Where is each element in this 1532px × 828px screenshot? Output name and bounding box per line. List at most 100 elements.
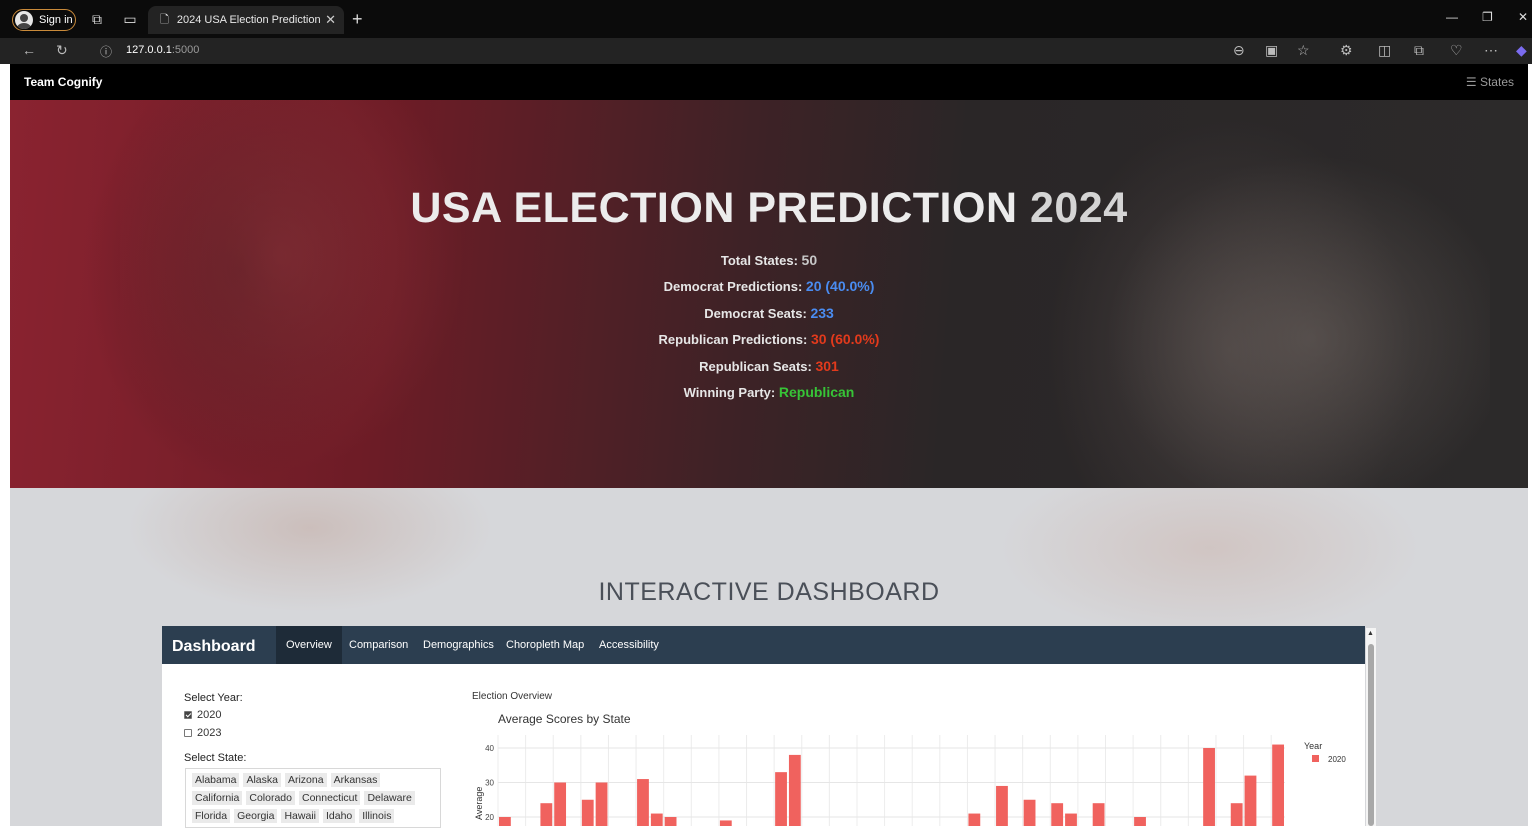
tab-demographics[interactable]: Demographics [413, 626, 504, 664]
stat-republican-predictions: Republican Predictions: 30 (60.0%) [10, 331, 1528, 347]
hero-background-left [120, 100, 480, 488]
state-option[interactable]: Idaho [322, 809, 356, 823]
browser-tab-strip: Sign in ⧉ ▭ 🗋 2024 USA Election Predicti… [0, 0, 1532, 38]
page-icon: 🗋 [160, 13, 169, 26]
bar [968, 813, 981, 826]
y-tick-label: 20 [485, 813, 494, 822]
bar [775, 772, 787, 826]
site-navbar: Team Cognify ☰ States [10, 64, 1528, 100]
bar [1230, 803, 1243, 826]
url-port: :5000 [171, 44, 200, 56]
split-screen-icon[interactable]: ◫ [1378, 42, 1391, 59]
tab-actions-icon[interactable]: ▭ [121, 10, 139, 28]
dashboard-brand: Dashboard [172, 638, 256, 655]
select-state-label: Select State: [184, 752, 247, 764]
bar [788, 754, 801, 826]
restore-icon[interactable]: ❐ [1482, 10, 1493, 24]
close-window-icon[interactable]: ✕ [1518, 10, 1528, 24]
state-option[interactable]: Connecticut [298, 791, 361, 805]
site-info-icon[interactable]: ⓘ [100, 43, 112, 60]
stat-value: Republican [778, 384, 855, 400]
state-option[interactable]: Arizona [284, 773, 327, 787]
state-option[interactable]: Georgia [234, 809, 278, 823]
sign-in-label: Sign in [39, 14, 73, 26]
stat-label: Democrat Seats: [704, 306, 807, 321]
minimize-icon[interactable]: — [1446, 10, 1458, 24]
bar [1065, 813, 1077, 826]
legend-title: Year [1304, 741, 1322, 751]
states-menu-label: States [1479, 75, 1514, 89]
tab-overview[interactable]: Overview [276, 626, 342, 664]
browser-tab-title: 2024 USA Election Prediction [176, 14, 321, 26]
stat-winning-party: Winning Party: Republican [10, 384, 1528, 400]
profile-avatar-icon [15, 11, 33, 29]
y-tick-label: 40 [485, 744, 494, 753]
extensions-icon[interactable]: ⚙ [1340, 42, 1353, 59]
tab-accessibility[interactable]: Accessibility [589, 626, 669, 664]
sign-in-button[interactable]: Sign in [12, 9, 76, 31]
bar [1244, 775, 1257, 826]
tab-comparison[interactable]: Comparison [339, 626, 418, 664]
new-tab-icon[interactable]: + [352, 9, 363, 30]
checkbox-empty-icon [184, 729, 192, 737]
bar [1203, 748, 1215, 826]
stat-democrat-predictions: Democrat Predictions: 20 (40.0%) [10, 278, 1528, 294]
state-option[interactable]: Delaware [364, 791, 415, 805]
copilot-icon[interactable]: ◆ [1516, 42, 1527, 59]
state-option[interactable]: Colorado [246, 791, 295, 805]
url-host: 127.0.0.1 [126, 44, 172, 56]
bar [554, 782, 567, 826]
year-checkbox-2023[interactable]: 2023 [184, 727, 221, 739]
stat-value: 233 [810, 305, 834, 321]
browser-tab[interactable]: 🗋 2024 USA Election Prediction ✕ [148, 6, 344, 34]
chart-title: Average Scores by State [498, 712, 631, 726]
state-option[interactable]: Alabama [192, 773, 240, 787]
url-field[interactable]: 127.0.0.1:5000 [126, 44, 199, 56]
stat-total-states: Total States: 50 [10, 252, 1528, 268]
back-icon[interactable]: ← [22, 42, 36, 58]
close-tab-icon[interactable]: ✕ [325, 12, 336, 28]
state-option[interactable]: Illinois [359, 809, 395, 823]
bar [1134, 817, 1146, 826]
year-option-label: 2023 [197, 727, 222, 739]
select-year-label: Select Year: [184, 692, 243, 704]
scrollbar-thumb[interactable] [1368, 644, 1374, 826]
states-menu[interactable]: ☰ States [1466, 75, 1514, 89]
bar [664, 817, 677, 826]
more-options-icon[interactable]: ⋯ [1484, 42, 1498, 59]
state-option[interactable]: Arkansas [330, 773, 381, 787]
legend-label: 2020 [1328, 755, 1346, 764]
stat-value: 301 [815, 358, 839, 374]
bar [540, 803, 553, 826]
legend-swatch [1312, 755, 1319, 762]
year-checkbox-2020[interactable]: 2020 [184, 709, 221, 721]
state-option[interactable]: California [192, 791, 243, 805]
collections-icon[interactable]: ⧉ [1414, 42, 1424, 59]
stat-value: 30 (60.0%) [810, 331, 880, 347]
read-aloud-icon[interactable]: ▣ [1265, 42, 1278, 59]
favorite-star-icon[interactable]: ☆ [1297, 42, 1310, 59]
site-brand[interactable]: Team Cognify [24, 75, 102, 89]
state-multiselect[interactable]: Alabama Alaska Arizona Arkansas California Co… [185, 768, 441, 828]
scroll-up-icon[interactable]: ▲ [1367, 630, 1374, 637]
page-title-year: 2024 [1029, 184, 1128, 232]
year-option-label: 2020 [197, 709, 222, 721]
average-scores-chart: 20 30 40 Average Year 2020 [474, 735, 1346, 826]
hamburger-icon: ☰ [1465, 75, 1480, 89]
workspaces-icon[interactable]: ⧉ [88, 10, 106, 28]
page-title-main: USA ELECTION PREDICTION [410, 184, 1018, 232]
y-axis-label: Average [474, 787, 484, 820]
address-bar: ← ↻ ⓘ 127.0.0.1:5000 ⊖ ▣ ☆ ⚙ ◫ ⧉ ♡ ⋯ ◆ [0, 38, 1532, 64]
stat-label: Democrat Predictions: [663, 279, 803, 294]
stat-label: Republican Predictions: [658, 332, 808, 347]
refresh-icon[interactable]: ↻ [56, 42, 68, 59]
y-tick-label: 30 [485, 779, 494, 788]
zoom-icon[interactable]: ⊖ [1233, 42, 1245, 59]
state-option[interactable]: Florida [192, 809, 231, 823]
stat-label: Winning Party: [683, 385, 776, 400]
browser-essentials-icon[interactable]: ♡ [1450, 42, 1463, 59]
state-option[interactable]: Hawaii [281, 809, 319, 823]
tab-choropleth-map[interactable]: Choropleth Map [496, 626, 594, 664]
bar [581, 799, 594, 826]
state-option[interactable]: Alaska [243, 773, 281, 787]
